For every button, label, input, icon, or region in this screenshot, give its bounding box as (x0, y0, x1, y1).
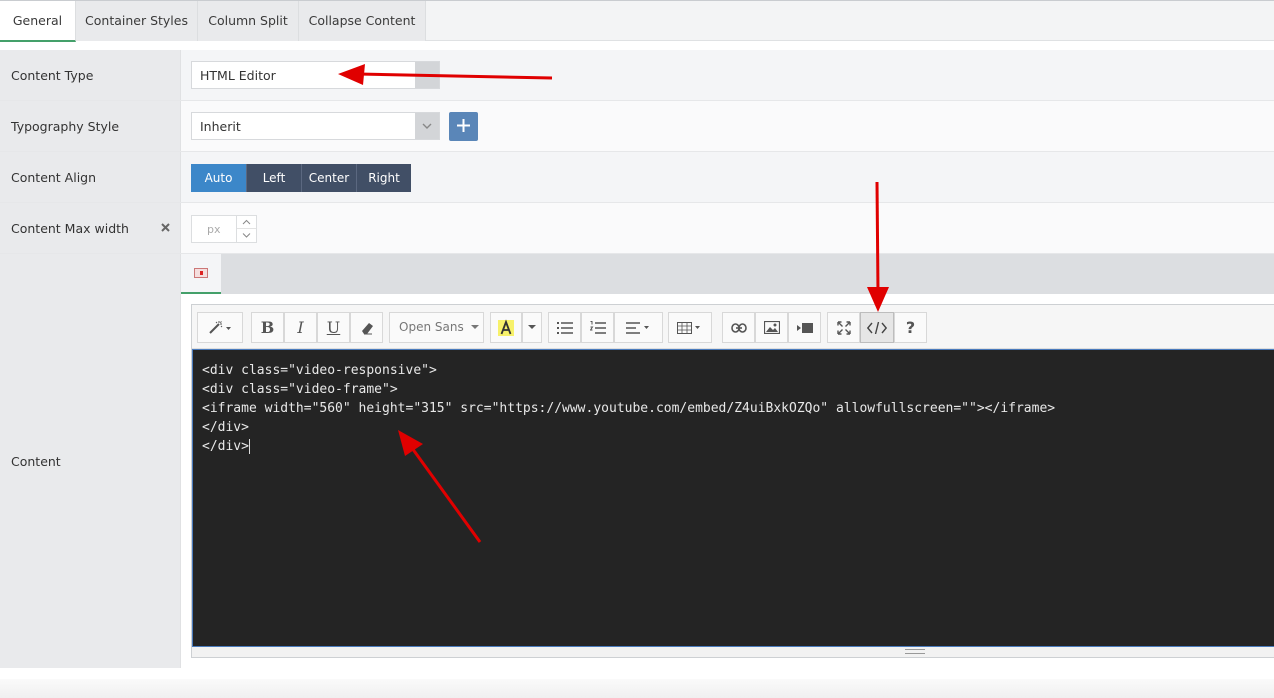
html-editor: B I U Open Sans ? <div class="video-resp… (191, 304, 1274, 658)
code-line: </div> (202, 420, 249, 435)
max-width-stepper[interactable] (236, 215, 257, 243)
resize-handle[interactable] (192, 647, 1274, 657)
stepper-up-button[interactable] (237, 216, 256, 229)
content-type-value: HTML Editor (200, 68, 276, 83)
code-editor-area[interactable]: <div class="video-responsive"> <div class… (192, 349, 1274, 647)
italic-button[interactable]: I (284, 312, 317, 343)
content-align-row: Content Align Auto Left Center Right (0, 152, 1274, 203)
picture-icon (763, 321, 780, 334)
text-color-dropdown[interactable] (522, 312, 542, 343)
typography-style-value: Inherit (200, 119, 241, 134)
link-button[interactable] (722, 312, 755, 343)
clear-format-button[interactable] (350, 312, 383, 343)
plus-icon (457, 119, 470, 132)
font-family-value: Open Sans (399, 320, 464, 334)
chevron-down-icon (415, 62, 439, 88)
table-icon (677, 321, 700, 334)
bold-icon: B (260, 318, 275, 337)
align-right-button[interactable]: Right (357, 164, 411, 192)
code-line: </div> (202, 439, 249, 454)
typography-style-row: Typography Style Inherit (0, 101, 1274, 152)
bold-button[interactable]: B (251, 312, 284, 343)
align-center-button[interactable]: Center (302, 164, 357, 192)
content-type-select[interactable]: HTML Editor (191, 61, 440, 89)
style-dropdown-button[interactable] (197, 312, 243, 343)
magic-wand-icon (209, 320, 231, 334)
grip-icon (905, 649, 925, 654)
content-max-width-label: Content Max width (11, 221, 129, 236)
underline-button[interactable]: U (317, 312, 350, 343)
image-button[interactable] (755, 312, 788, 343)
align-auto-button[interactable]: Auto (191, 164, 247, 192)
text-color-button[interactable] (490, 312, 522, 343)
typography-style-label: Typography Style (11, 119, 120, 134)
video-button[interactable] (788, 312, 821, 343)
language-tab[interactable] (181, 254, 221, 294)
close-icon[interactable] (161, 221, 170, 235)
tab-collapse-content[interactable]: Collapse Content (299, 1, 426, 41)
code-line: <iframe width="560" height="315" src="ht… (202, 401, 1056, 416)
content-label: Content (11, 454, 61, 469)
table-button[interactable] (668, 312, 712, 343)
language-tab-bar (181, 254, 1274, 294)
highlight-icon (498, 318, 514, 336)
chevron-down-icon (242, 233, 251, 238)
chevron-down-icon (415, 113, 439, 139)
flag-icon (194, 268, 208, 278)
paragraph-align-button[interactable] (614, 312, 663, 343)
stepper-down-button[interactable] (237, 229, 256, 242)
code-view-button[interactable] (860, 312, 894, 343)
numbered-list-icon (589, 320, 606, 334)
content-max-width-row: Content Max width px (0, 203, 1274, 254)
tab-column-split[interactable]: Column Split (198, 1, 299, 41)
code-icon (867, 321, 887, 334)
fullscreen-button[interactable] (827, 312, 860, 343)
ordered-list-button[interactable] (581, 312, 614, 343)
content-type-label: Content Type (11, 68, 94, 83)
editor-toolbar: B I U Open Sans ? (192, 305, 1274, 349)
tab-bar: General Container Styles Column Split Co… (0, 0, 1274, 42)
code-line: <div class="video-frame"> (202, 382, 398, 397)
font-family-select[interactable]: Open Sans (389, 312, 484, 343)
expand-icon (836, 320, 851, 335)
typography-style-select[interactable]: Inherit (191, 112, 440, 140)
unordered-list-button[interactable] (548, 312, 581, 343)
link-icon (730, 322, 747, 333)
align-left-icon (625, 321, 649, 334)
add-typography-button[interactable] (449, 112, 478, 141)
question-icon: ? (905, 318, 916, 337)
chevron-up-icon (242, 219, 251, 225)
bullet-list-icon (556, 321, 573, 334)
content-type-row: Content Type HTML Editor (0, 50, 1274, 101)
text-cursor (248, 439, 250, 454)
caret-down-icon (528, 325, 536, 329)
eraser-icon (361, 322, 373, 334)
max-width-input[interactable]: px (191, 215, 237, 243)
italic-icon: I (297, 318, 304, 337)
tab-general[interactable]: General (0, 1, 76, 42)
bottom-divider (0, 679, 1274, 698)
content-row: Content B I U Open Sans ? <div class="vi… (0, 254, 1274, 668)
content-align-label: Content Align (11, 170, 97, 185)
align-left-button[interactable]: Left (247, 164, 302, 192)
caret-down-icon (470, 325, 479, 329)
code-line: <div class="video-responsive"> (202, 363, 437, 378)
tab-container-styles[interactable]: Container Styles (76, 1, 198, 41)
max-width-placeholder: px (207, 223, 221, 236)
underline-icon: U (326, 318, 341, 337)
video-icon (796, 322, 813, 333)
help-button[interactable]: ? (894, 312, 927, 343)
